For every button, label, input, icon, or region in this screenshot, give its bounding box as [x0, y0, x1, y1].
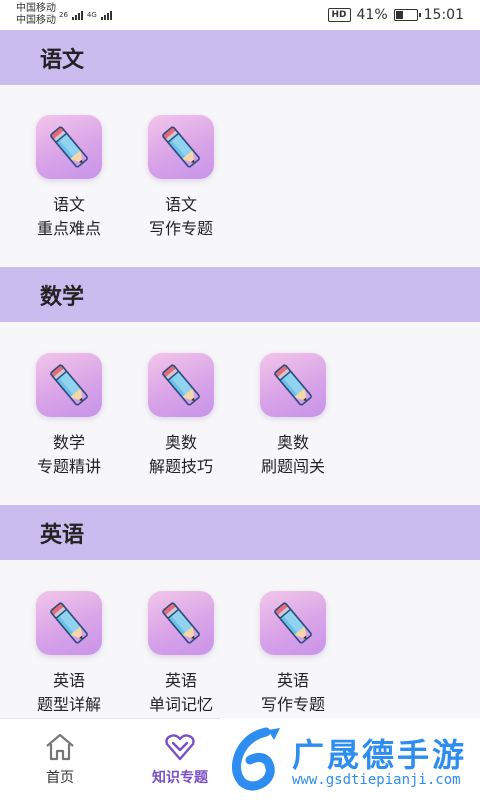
watermark: 广晟德手游 www.gsdtiepianji.com: [220, 718, 480, 800]
watermark-logo-icon: [232, 727, 280, 791]
tile-line1: 奥数: [276, 433, 309, 452]
tile-chinese-key-points[interactable]: 语文 重点难点: [24, 115, 114, 241]
battery-icon: [393, 9, 421, 21]
tile-olympiad-tips[interactable]: 奥数 解题技巧: [136, 353, 226, 479]
pencil-icon: [148, 591, 214, 655]
tile-line1: 语文: [164, 195, 197, 214]
carrier-1: 中国移动: [16, 3, 56, 14]
tile-english-vocabulary[interactable]: 英语 单词记忆: [136, 591, 226, 717]
battery-percent: 41%: [356, 7, 388, 23]
section-title: 数学: [40, 284, 85, 310]
status-bar: 中国移动 中国移动 26 4G HD 41% 15:01: [0, 0, 480, 30]
section-header-english: 英语: [0, 505, 480, 560]
carrier-info: 中国移动 中国移动: [16, 3, 56, 27]
tile-line2: 专题精讲: [36, 457, 101, 476]
tile-line2: 单词记忆: [148, 695, 213, 714]
tile-english-questions[interactable]: 英语 题型详解: [24, 591, 114, 717]
status-right: HD 41% 15:01: [327, 7, 464, 23]
tile-line2: 写作专题: [148, 219, 213, 238]
tile-label: 数学 专题精讲: [24, 431, 114, 479]
tile-english-writing[interactable]: 英语 写作专题: [248, 591, 338, 717]
tile-label: 英语 单词记忆: [136, 669, 226, 717]
signal-icon: [71, 10, 83, 20]
pencil-icon: [36, 353, 102, 417]
hd-badge: HD: [327, 8, 351, 22]
tile-label: 语文 写作专题: [136, 193, 226, 241]
pencil-icon: [36, 115, 102, 179]
watermark-url: www.gsdtiepianji.com: [292, 772, 461, 788]
tile-line1: 数学: [52, 433, 85, 452]
tile-label: 奥数 刷题闯关: [248, 431, 338, 479]
tile-math-topics[interactable]: 数学 专题精讲: [24, 353, 114, 479]
pencil-icon: [260, 591, 326, 655]
pencil-icon: [260, 353, 326, 417]
clock: 15:01: [423, 7, 464, 23]
pencil-icon: [36, 591, 102, 655]
tile-label: 语文 重点难点: [24, 193, 114, 241]
heart-chevron-icon: [165, 734, 195, 761]
section-body-english: 英语 题型详解 英语 单词记忆 英语 写作专题: [0, 560, 480, 718]
nav-home-label: 首页: [46, 770, 74, 786]
tile-line1: 英语: [52, 671, 85, 690]
tile-line2: 刷题闯关: [260, 457, 325, 476]
network-type-2: 4G: [86, 11, 97, 19]
tile-line1: 语文: [52, 195, 85, 214]
nav-home[interactable]: 首页: [20, 731, 100, 787]
nav-knowledge[interactable]: 知识专题: [140, 731, 220, 787]
tile-line1: 奥数: [164, 433, 197, 452]
nav-knowledge-label: 知识专题: [152, 770, 208, 786]
pencil-icon: [148, 115, 214, 179]
battery-fill: [395, 11, 404, 19]
signal-icon-2: [100, 10, 112, 20]
tile-line1: 英语: [164, 671, 197, 690]
tile-chinese-writing[interactable]: 语文 写作专题: [136, 115, 226, 241]
tile-line2: 题型详解: [36, 695, 101, 714]
tile-label: 奥数 解题技巧: [136, 431, 226, 479]
carrier-2: 中国移动: [16, 15, 56, 26]
tile-olympiad-practice[interactable]: 奥数 刷题闯关: [248, 353, 338, 479]
tile-label: 英语 题型详解: [24, 669, 114, 717]
tile-label: 英语 写作专题: [248, 669, 338, 717]
section-body-chinese: 语文 重点难点 语文 写作专题: [0, 85, 480, 267]
tile-line2: 写作专题: [260, 695, 325, 714]
tile-line1: 英语: [276, 671, 309, 690]
tile-line2: 解题技巧: [148, 457, 213, 476]
carrier-block: 中国移动 中国移动 26 4G: [16, 3, 112, 27]
pencil-icon: [148, 353, 214, 417]
section-title: 语文: [40, 47, 85, 73]
section-title: 英语: [40, 522, 85, 548]
network-type-1: 26: [59, 11, 68, 19]
section-header-chinese: 语文: [0, 30, 480, 85]
section-header-math: 数学: [0, 267, 480, 322]
watermark-title: 广晟德手游: [292, 736, 468, 774]
section-body-math: 数学 专题精讲 奥数 解题技巧 奥数 刷题闯关: [0, 322, 480, 505]
home-icon: [46, 733, 74, 761]
tile-line2: 重点难点: [36, 219, 101, 238]
